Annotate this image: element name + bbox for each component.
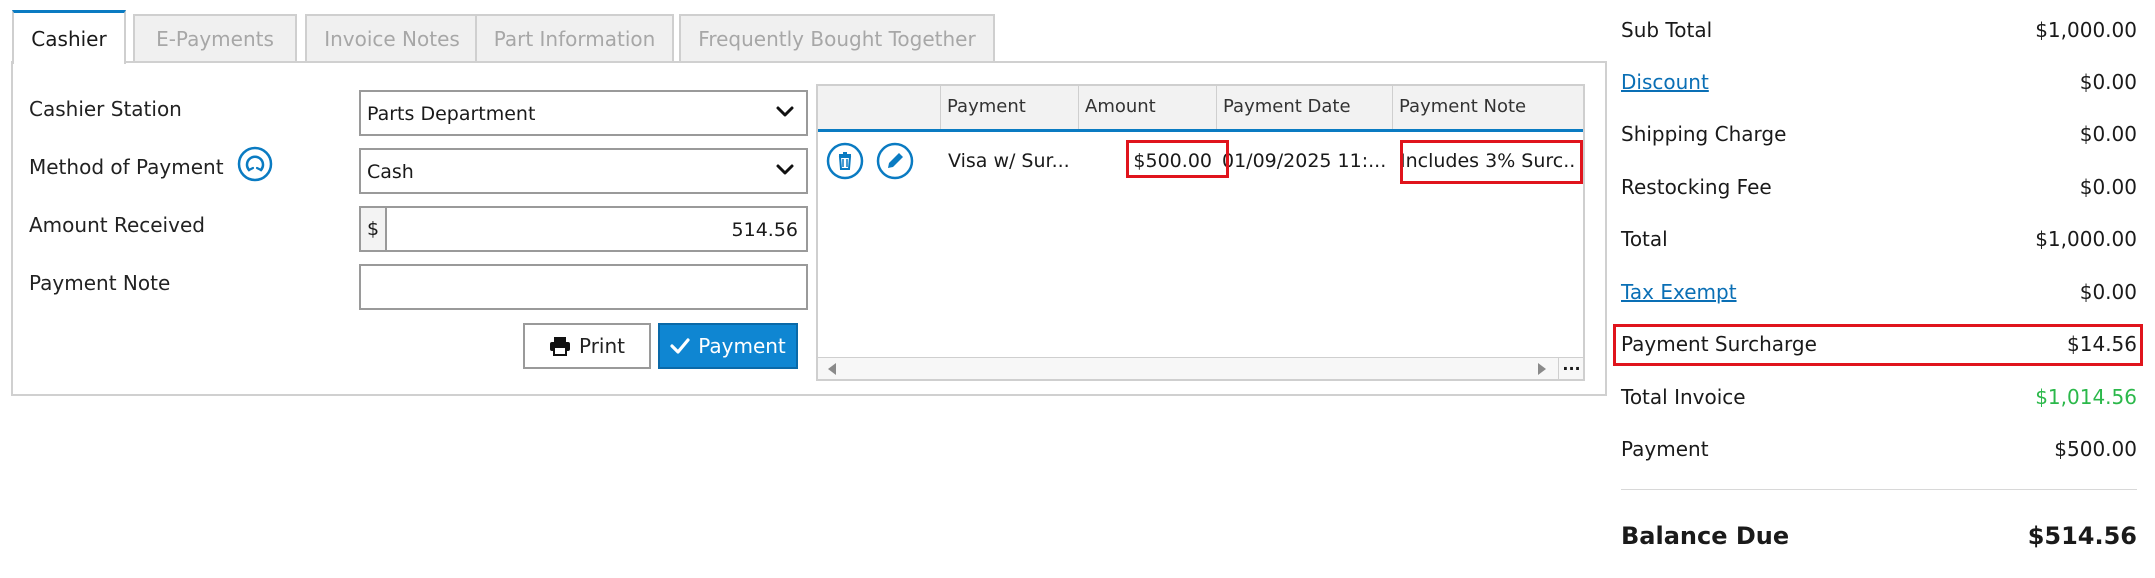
- chevron-down-icon: [776, 106, 794, 117]
- row-payment: Visa w/ Sur...: [948, 150, 1070, 172]
- grid-header-amount[interactable]: Amount: [1078, 86, 1216, 129]
- tab-e-payments[interactable]: E-Payments: [133, 14, 297, 62]
- pencil-icon[interactable]: [876, 142, 914, 180]
- print-label: Print: [578, 334, 625, 358]
- summary-amount: $0.00: [2079, 70, 2137, 94]
- trash-icon[interactable]: [826, 142, 864, 180]
- summary-row-total-invoice: Total Invoice $1,014.56: [1621, 385, 2137, 415]
- payment-note-highlight: [1400, 140, 1583, 184]
- summary-amount: $14.56: [2067, 332, 2137, 356]
- summary-row-tax-exempt: Tax Exempt $0.00: [1621, 280, 2137, 310]
- summary-amount: $1,014.56: [2035, 385, 2137, 409]
- cashier-station-label: Cashier Station: [29, 97, 182, 121]
- chevron-down-icon: [776, 164, 794, 175]
- scroll-left-icon[interactable]: [826, 362, 838, 376]
- more-options-button[interactable]: ...: [1558, 357, 1584, 379]
- balance-due-label: Balance Due: [1621, 522, 1790, 550]
- discount-link[interactable]: Discount: [1621, 70, 1709, 94]
- summary-label: Shipping Charge: [1621, 122, 1787, 146]
- print-button[interactable]: Print: [523, 323, 651, 369]
- cashier-station-select[interactable]: Parts Department: [359, 90, 808, 136]
- payments-grid: Payment Amount Payment Date Payment Note…: [816, 84, 1585, 381]
- grid-header-actions: [818, 86, 940, 129]
- payment-button[interactable]: Payment: [658, 323, 798, 369]
- summary-row-sub-total: Sub Total $1,000.00: [1621, 18, 2137, 48]
- summary-label: Payment: [1621, 437, 1709, 461]
- tax-exempt-link[interactable]: Tax Exempt: [1621, 280, 1737, 304]
- payment-note-label: Payment Note: [29, 271, 171, 295]
- method-of-payment-select[interactable]: Cash: [359, 148, 808, 194]
- grid-header: Payment Amount Payment Date Payment Note: [818, 86, 1583, 132]
- summary-label: Payment Surcharge: [1621, 332, 1817, 356]
- summary-row-payment-surcharge: Payment Surcharge $14.56: [1621, 332, 2137, 362]
- summary-label: Restocking Fee: [1621, 175, 1772, 199]
- summary-amount: $1,000.00: [2035, 18, 2137, 42]
- currency-prefix: $: [361, 208, 387, 250]
- cashier-panel: Cashier Station Parts Department Method …: [11, 61, 1607, 396]
- summary-amount: $0.00: [2079, 122, 2137, 146]
- summary-row-restocking-fee: Restocking Fee $0.00: [1621, 175, 2137, 205]
- payment-note-input[interactable]: [359, 264, 808, 310]
- checkmark-icon: [670, 338, 690, 354]
- summary-amount: $1,000.00: [2035, 227, 2137, 251]
- grid-header-payment[interactable]: Payment: [940, 86, 1078, 129]
- horizontal-scrollbar[interactable]: ...: [818, 357, 1583, 379]
- amount-received-input[interactable]: $ 514.56: [359, 206, 808, 252]
- refresh-icon[interactable]: [236, 145, 274, 183]
- tab-frequently-bought-together[interactable]: Frequently Bought Together: [679, 14, 995, 62]
- method-of-payment-value: Cash: [367, 161, 414, 183]
- method-of-payment-label: Method of Payment: [29, 155, 224, 179]
- grid-header-payment-note[interactable]: Payment Note: [1392, 86, 1583, 129]
- summary-row-balance-due: Balance Due $514.56: [1621, 522, 2137, 558]
- payment-button-label: Payment: [698, 334, 786, 358]
- amount-highlight: [1126, 140, 1229, 178]
- tab-part-information[interactable]: Part Information: [475, 14, 674, 62]
- summary-amount: $500.00: [2054, 437, 2137, 461]
- summary-label: Total: [1621, 227, 1668, 251]
- cashier-station-value: Parts Department: [367, 103, 536, 125]
- tab-invoice-notes[interactable]: Invoice Notes: [305, 14, 479, 62]
- summary-label: Total Invoice: [1621, 385, 1746, 409]
- amount-received-label: Amount Received: [29, 213, 205, 237]
- summary-row-total: Total $1,000.00: [1621, 227, 2137, 257]
- summary-row-shipping-charge: Shipping Charge $0.00: [1621, 122, 2137, 152]
- balance-due-amount: $514.56: [2027, 522, 2137, 550]
- summary-amount: $0.00: [2079, 280, 2137, 304]
- summary-row-payment: Payment $500.00: [1621, 437, 2137, 467]
- summary-row-discount: Discount $0.00: [1621, 70, 2137, 100]
- tab-cashier[interactable]: Cashier: [12, 10, 126, 64]
- amount-received-value: 514.56: [731, 219, 798, 241]
- summary-label: Sub Total: [1621, 18, 1713, 42]
- summary-amount: $0.00: [2079, 175, 2137, 199]
- row-payment-date: 01/09/2025 11:...: [1222, 150, 1386, 172]
- printer-icon: [549, 337, 570, 356]
- scroll-right-icon[interactable]: [1536, 362, 1548, 376]
- grid-header-payment-date[interactable]: Payment Date: [1216, 86, 1392, 129]
- summary-divider: [1621, 489, 2137, 490]
